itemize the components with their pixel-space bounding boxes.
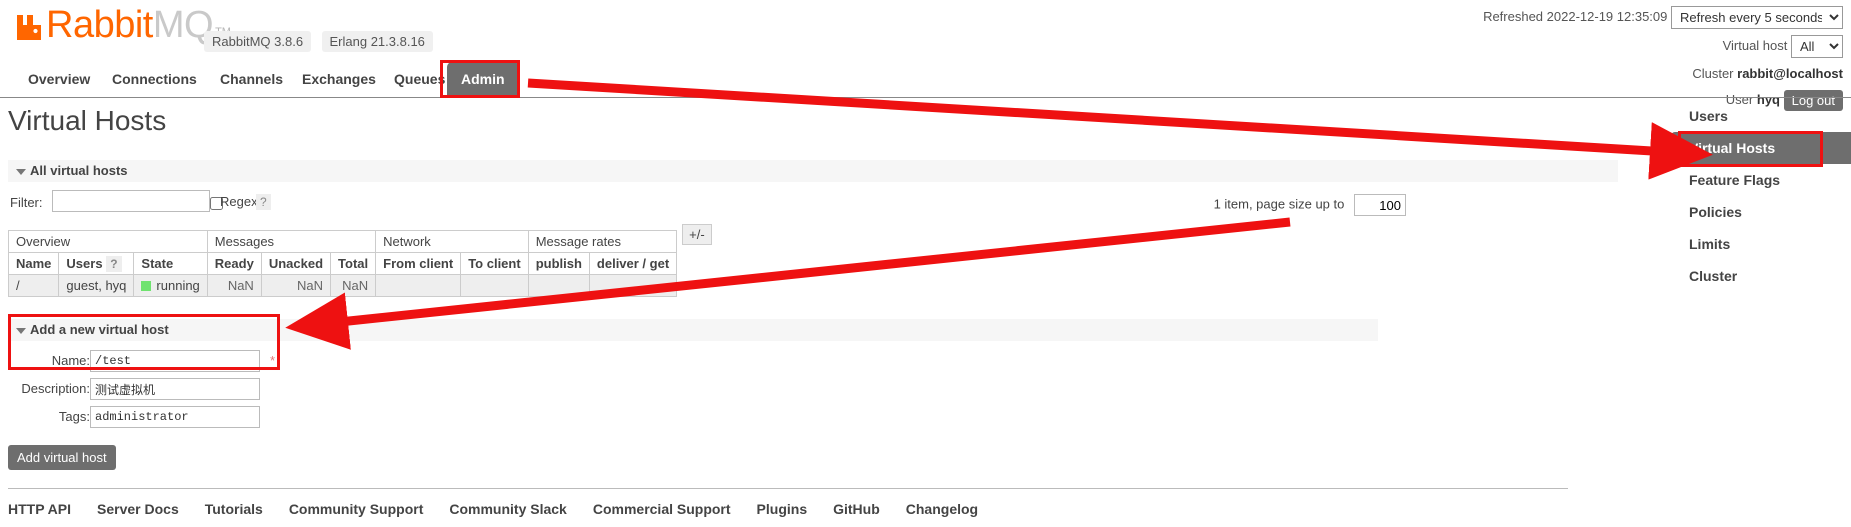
column-header-name[interactable]: Name xyxy=(7,252,60,275)
column-header-state[interactable]: State xyxy=(133,252,208,275)
tab-connections[interactable]: Connections xyxy=(98,62,211,97)
cell-users: guest, hyq xyxy=(58,274,135,297)
cell-state: running xyxy=(133,274,208,297)
cell-ready: NaN xyxy=(206,274,262,297)
cell-from-client xyxy=(375,274,462,297)
name-field-label: Name: xyxy=(51,353,90,368)
version-pills: RabbitMQ 3.8.6 Erlang 21.3.8.16 xyxy=(204,31,439,52)
table-column-header-row: Name Users ? State Ready Unacked Total F… xyxy=(7,252,678,275)
filter-label: Filter: xyxy=(10,195,43,210)
sidebar-item-policies[interactable]: Policies xyxy=(1671,196,1851,228)
refresh-row: Refreshed 2022-12-19 12:35:09 Refresh ev… xyxy=(1483,6,1843,29)
column-header-users[interactable]: Users ? xyxy=(58,252,135,275)
virtual-hosts-table-wrap: Overview Messages Network Message rates … xyxy=(7,224,1618,297)
brand-wordmark: RabbitMQ xyxy=(46,6,214,44)
vhost-row: Virtual host All xyxy=(1483,35,1843,58)
main-navigation: Overview Connections Channels Exchanges Queu… xyxy=(0,62,1851,98)
status-indicator-icon xyxy=(141,281,152,291)
footer-link-community-support[interactable]: Community Support xyxy=(289,501,424,517)
main-content: All virtual hosts Filter: Regex ? 1 item… xyxy=(7,160,1618,470)
column-header-from-client[interactable]: From client xyxy=(375,252,462,275)
footer-links: HTTP API Server Docs Tutorials Community Su… xyxy=(8,488,1568,519)
description-field[interactable] xyxy=(90,378,260,400)
cell-name[interactable]: / xyxy=(7,274,60,297)
toggle-columns-button[interactable]: +/- xyxy=(682,224,712,245)
page-title: Virtual Hosts xyxy=(8,105,167,136)
rabbitmq-management-page: RabbitMQ TM RabbitMQ 3.8.6 Erlang 21.3.8… xyxy=(0,0,1851,527)
group-header-messages: Messages xyxy=(206,230,377,253)
sidebar-item-users[interactable]: Users xyxy=(1671,100,1851,132)
refresh-interval-select[interactable]: Refresh every 5 seconds xyxy=(1671,6,1843,29)
footer-link-community-slack[interactable]: Community Slack xyxy=(449,501,566,517)
virtual-hosts-table: Overview Messages Network Message rates … xyxy=(7,230,678,297)
group-header-overview: Overview xyxy=(8,230,208,253)
column-header-to-client[interactable]: To client xyxy=(460,252,529,275)
column-header-ready[interactable]: Ready xyxy=(206,252,262,275)
server-version-pill: RabbitMQ 3.8.6 xyxy=(204,31,312,52)
paging-控件: 1 item, page size up to xyxy=(1214,194,1406,216)
page-size-input[interactable] xyxy=(1354,194,1406,216)
footer-link-tutorials[interactable]: Tutorials xyxy=(205,501,263,517)
tab-channels[interactable]: Channels xyxy=(206,62,297,97)
users-help-icon[interactable]: ? xyxy=(106,256,122,272)
tags-field-label: Tags: xyxy=(58,409,90,424)
group-header-network: Network xyxy=(375,230,529,253)
column-header-users-label: Users xyxy=(66,256,103,271)
cell-unacked: NaN xyxy=(260,274,332,297)
sidebar-item-cluster[interactable]: Cluster xyxy=(1671,260,1851,292)
cell-deliver-get xyxy=(588,274,678,297)
all-virtual-hosts-section-header[interactable]: All virtual hosts xyxy=(8,160,1618,182)
column-header-deliver-get[interactable]: deliver / get xyxy=(588,252,678,275)
rabbitmq-logo-icon xyxy=(17,15,41,40)
footer-link-commercial-support[interactable]: Commercial Support xyxy=(593,501,731,517)
cell-to-client xyxy=(460,274,529,297)
sidebar-item-limits[interactable]: Limits xyxy=(1671,228,1851,260)
name-field[interactable] xyxy=(90,350,260,372)
admin-sidebar: Users Virtual Hosts Feature Flags Policies L… xyxy=(1621,100,1851,300)
column-header-publish[interactable]: publish xyxy=(527,252,590,275)
brand-name-rabbit: Rabbit xyxy=(46,4,153,46)
footer-link-server-docs[interactable]: Server Docs xyxy=(97,501,179,517)
erlang-version-pill: Erlang 21.3.8.16 xyxy=(321,31,433,52)
vhost-filter-select[interactable]: All xyxy=(1791,35,1843,58)
regex-label: Regex xyxy=(220,194,258,209)
chevron-down-icon xyxy=(16,328,26,334)
brand-logo[interactable]: RabbitMQ TM xyxy=(14,6,231,44)
all-virtual-hosts-label: All virtual hosts xyxy=(30,163,128,178)
chevron-down-icon xyxy=(16,169,26,175)
footer-link-plugins[interactable]: Plugins xyxy=(757,501,808,517)
group-header-message-rates: Message rates xyxy=(527,230,678,253)
add-virtual-host-section-header[interactable]: Add a new virtual host xyxy=(8,319,1378,341)
paging-text: 1 item, page size up to xyxy=(1213,196,1345,212)
filter-input[interactable] xyxy=(52,190,210,212)
tab-admin[interactable]: Admin xyxy=(447,62,519,97)
footer-link-github[interactable]: GitHub xyxy=(833,501,880,517)
footer-link-http-api[interactable]: HTTP API xyxy=(8,501,71,517)
column-header-unacked[interactable]: Unacked xyxy=(260,252,332,275)
vhost-filter-label: Virtual host xyxy=(1722,37,1788,53)
filter-row: Filter: Regex ? 1 item, page size up to xyxy=(8,190,1618,224)
tab-overview[interactable]: Overview xyxy=(14,62,104,97)
sidebar-item-virtual-hosts[interactable]: Virtual Hosts xyxy=(1671,132,1851,164)
form-row-name: Name: * xyxy=(8,350,1378,373)
add-virtual-host-form: Add a new virtual host Name: * Descripti… xyxy=(8,319,1378,470)
column-header-total[interactable]: Total xyxy=(330,252,377,275)
footer-link-changelog[interactable]: Changelog xyxy=(906,501,978,517)
description-field-label: Description: xyxy=(21,381,90,396)
add-virtual-host-button[interactable]: Add virtual host xyxy=(8,445,116,470)
table-row[interactable]: / guest, hyq running NaN NaN NaN xyxy=(7,274,678,297)
add-virtual-host-label: Add a new virtual host xyxy=(30,322,169,337)
tags-field[interactable] xyxy=(90,406,260,428)
cell-state-label: running xyxy=(156,278,200,293)
table-group-header-row: Overview Messages Network Message rates xyxy=(8,230,678,253)
required-marker: * xyxy=(270,353,276,368)
refreshed-timestamp: Refreshed 2022-12-19 12:35:09 xyxy=(1483,8,1668,24)
tab-exchanges[interactable]: Exchanges xyxy=(288,62,390,97)
sidebar-item-feature-flags[interactable]: Feature Flags xyxy=(1671,164,1851,196)
form-row-tags: Tags: xyxy=(8,406,1378,429)
cell-total: NaN xyxy=(330,274,377,297)
cell-publish xyxy=(527,274,590,297)
form-row-description: Description: xyxy=(8,378,1378,401)
regex-help-icon[interactable]: ? xyxy=(256,194,271,210)
